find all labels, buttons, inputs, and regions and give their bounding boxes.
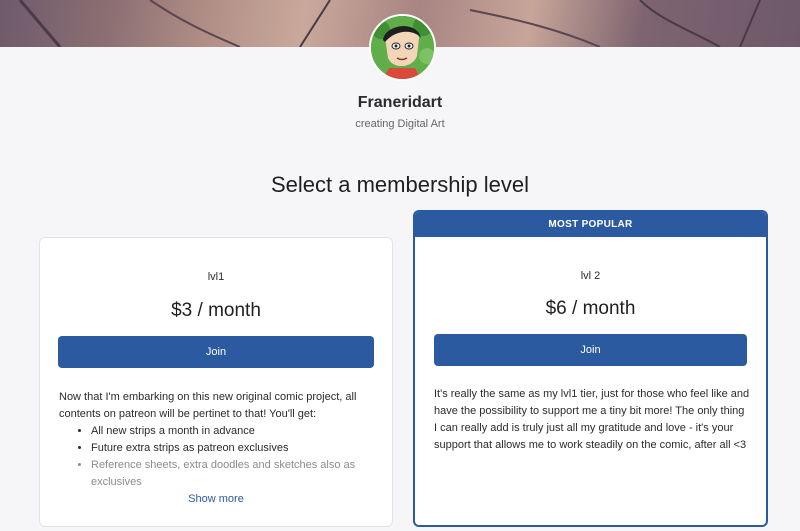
benefit-item: Reference sheets, extra doodles and sket…: [91, 457, 377, 491]
join-button-lvl1[interactable]: Join: [58, 336, 374, 368]
most-popular-badge: MOST POPULAR: [415, 212, 766, 237]
show-more-link[interactable]: Show more: [40, 493, 392, 505]
tier-name: lvl 2: [580, 270, 601, 282]
join-button-lvl2[interactable]: Join: [434, 334, 747, 366]
tier-description-text: Now that I'm embarking on this new origi…: [59, 391, 357, 420]
tier-price: $6 / month: [545, 298, 636, 319]
tier-description: It's really the same as my lvl1 tier, ju…: [434, 386, 750, 454]
avatar-icon: [371, 16, 434, 79]
creator-avatar[interactable]: [369, 14, 436, 81]
benefit-item: All new strips a month in advance: [91, 423, 377, 440]
benefits-list: All new strips a month in advance Future…: [59, 423, 377, 491]
creator-name: Franeridart: [357, 94, 443, 111]
tier-price: $3 / month: [171, 300, 261, 321]
tier-card-lvl2: MOST POPULAR lvl 2 $6 / month Join It's …: [413, 210, 768, 527]
tier-description: Now that I'm embarking on this new origi…: [59, 389, 377, 491]
creator-tagline: creating Digital Art: [355, 118, 445, 130]
tier-name: lvl1: [207, 271, 225, 283]
tier-card-lvl1: lvl1 $3 / month Join Now that I'm embark…: [39, 237, 393, 527]
section-title: Select a membership level: [270, 172, 529, 197]
tier-description-text: It's really the same as my lvl1 tier, ju…: [434, 388, 750, 451]
benefit-item: Future extra strips as patreon exclusive…: [91, 440, 377, 457]
